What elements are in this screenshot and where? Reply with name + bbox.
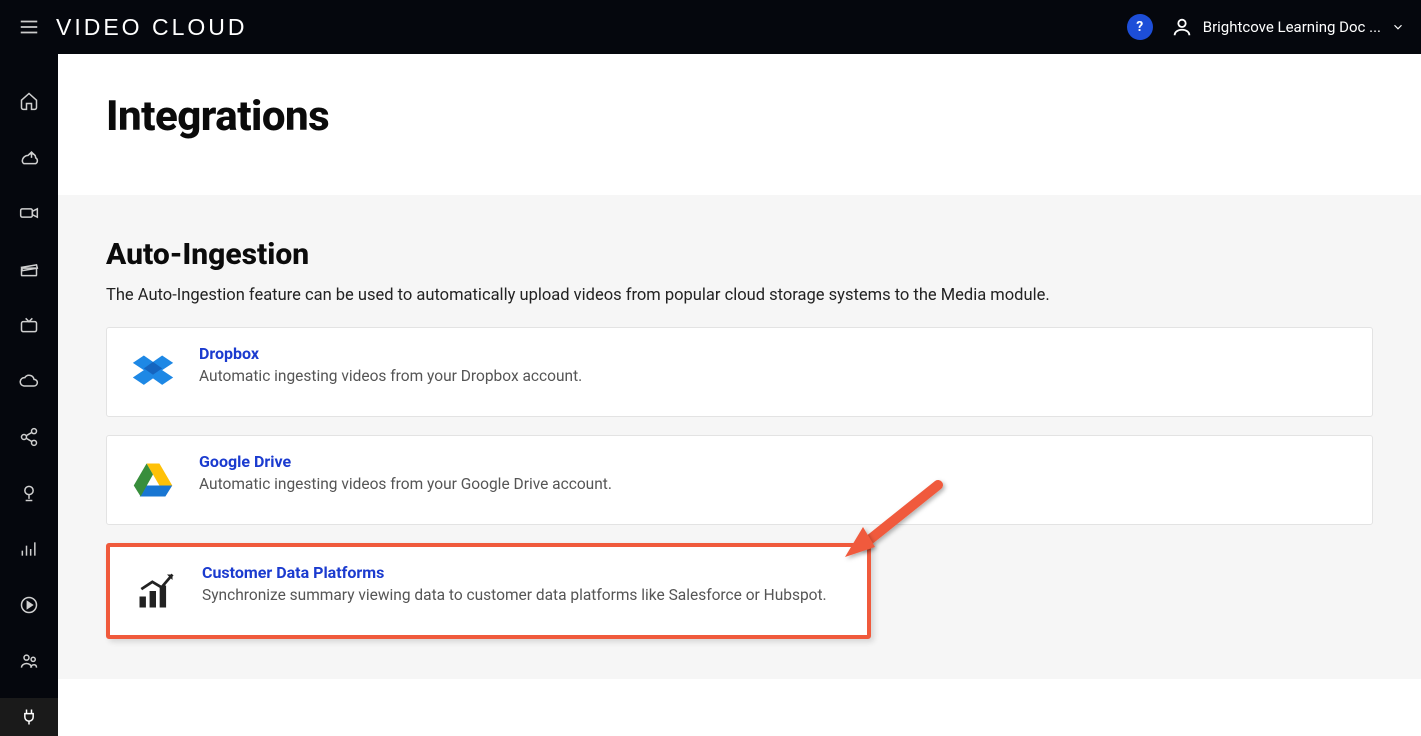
integration-card-cdp[interactable]: Customer Data Platforms Synchronize summ…	[106, 543, 871, 639]
share-icon	[19, 427, 39, 447]
people-icon	[19, 651, 39, 671]
chevron-down-icon	[1391, 20, 1405, 34]
home-icon	[19, 91, 39, 111]
card-title[interactable]: Google Drive	[199, 452, 1350, 471]
nav-analytics[interactable]	[0, 530, 58, 568]
user-label: Brightcove Learning Doc ...	[1203, 18, 1381, 36]
page-title: Integrations	[106, 92, 1373, 141]
analytics-icon	[19, 539, 39, 559]
cdp-icon	[132, 567, 180, 615]
nav-share[interactable]	[0, 418, 58, 456]
cloud-icon	[19, 371, 39, 391]
dropbox-icon	[129, 348, 177, 396]
integration-card-google-drive[interactable]: Google Drive Automatic ingesting videos …	[106, 435, 1373, 525]
card-title[interactable]: Customer Data Platforms	[202, 563, 845, 582]
nav-media[interactable]	[0, 194, 58, 232]
section-description: The Auto-Ingestion feature can be used t…	[106, 286, 1373, 305]
upload-icon	[19, 147, 39, 167]
topbar: VIDEO CLOUD ? Brightcove Learning Doc ..…	[0, 0, 1421, 54]
hamburger-icon	[18, 16, 40, 38]
nav-clapper[interactable]	[0, 250, 58, 288]
nav-integrations[interactable]	[0, 698, 58, 736]
plug-icon	[19, 707, 39, 727]
person-icon	[1171, 16, 1193, 38]
help-button[interactable]: ?	[1127, 14, 1153, 40]
main-content: Integrations Auto-Ingestion The Auto-Ing…	[58, 54, 1421, 736]
user-menu[interactable]: Brightcove Learning Doc ...	[1171, 16, 1405, 38]
menu-toggle[interactable]	[8, 6, 50, 48]
google-drive-icon	[129, 456, 177, 504]
nav-cloud[interactable]	[0, 362, 58, 400]
card-title[interactable]: Dropbox	[199, 344, 1350, 363]
mic-icon	[19, 483, 39, 503]
nav-people[interactable]	[0, 642, 58, 680]
card-description: Automatic ingesting videos from your Goo…	[199, 475, 1350, 493]
nav-home[interactable]	[0, 82, 58, 120]
clapper-icon	[19, 259, 39, 279]
camera-icon	[19, 203, 39, 223]
tv-icon	[19, 315, 39, 335]
nav-play[interactable]	[0, 586, 58, 624]
integration-card-dropbox[interactable]: Dropbox Automatic ingesting videos from …	[106, 327, 1373, 417]
nav-insights[interactable]	[0, 474, 58, 512]
play-icon	[19, 595, 39, 615]
app-logo: VIDEO CLOUD	[56, 14, 247, 41]
section-title: Auto-Ingestion	[106, 237, 1373, 272]
card-description: Automatic ingesting videos from your Dro…	[199, 367, 1350, 385]
card-description: Synchronize summary viewing data to cust…	[202, 586, 845, 604]
side-nav	[0, 54, 58, 736]
nav-upload[interactable]	[0, 138, 58, 176]
nav-tv[interactable]	[0, 306, 58, 344]
